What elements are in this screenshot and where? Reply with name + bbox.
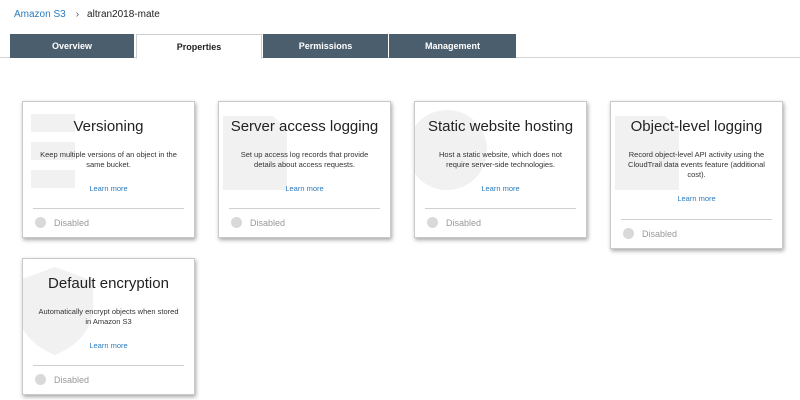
status-dot-icon (231, 217, 242, 228)
status-label: Disabled (642, 228, 678, 239)
status-dot-icon (623, 228, 634, 239)
card-description: Keep multiple versions of an object in t… (40, 150, 177, 169)
status-dot-icon (427, 217, 438, 228)
card-divider (229, 208, 380, 209)
breadcrumb-root-link[interactable]: Amazon S3 (14, 9, 66, 20)
tab-properties[interactable]: Properties (136, 34, 262, 59)
card-divider (425, 208, 576, 209)
status-indicator: Disabled (35, 217, 89, 228)
tab-management[interactable]: Management (389, 34, 516, 58)
status-label: Disabled (446, 217, 482, 228)
versioning-card[interactable]: Versioning Keep multiple versions of an … (22, 101, 195, 238)
chevron-right-icon: › (75, 8, 80, 20)
learn-more-link[interactable]: Learn more (23, 341, 194, 350)
learn-more-link[interactable]: Learn more (415, 184, 586, 193)
card-title: Static website hosting (427, 118, 574, 135)
status-indicator: Disabled (623, 228, 677, 239)
status-dot-icon (35, 374, 46, 385)
breadcrumb: Amazon S3 › altran2018-mate (14, 6, 160, 22)
learn-more-link[interactable]: Learn more (219, 184, 390, 193)
card-divider (621, 219, 772, 220)
tab-overview[interactable]: Overview (10, 34, 134, 58)
card-description: Record object-level API activity using t… (628, 150, 765, 179)
status-label: Disabled (54, 374, 90, 385)
card-title: Default encryption (48, 275, 169, 292)
status-indicator: Disabled (231, 217, 285, 228)
static-website-hosting-card[interactable]: Static website hosting Host a static web… (414, 101, 587, 238)
learn-more-link[interactable]: Learn more (611, 194, 782, 203)
default-encryption-card[interactable]: Default encryption Automatically encrypt… (22, 258, 195, 395)
tab-permissions[interactable]: Permissions (263, 34, 388, 58)
object-level-logging-card[interactable]: Object-level logging Record object-level… (610, 101, 783, 249)
status-dot-icon (35, 217, 46, 228)
card-divider (33, 208, 184, 209)
server-access-logging-card[interactable]: Server access logging Set up access log … (218, 101, 391, 238)
card-divider (33, 365, 184, 366)
card-title: Versioning (73, 118, 144, 135)
tab-bar: Overview Properties Permissions Manageme… (0, 34, 800, 59)
card-description: Set up access log records that provide d… (240, 150, 369, 169)
learn-more-link[interactable]: Learn more (23, 184, 194, 193)
status-indicator: Disabled (427, 217, 481, 228)
status-label: Disabled (250, 217, 286, 228)
status-label: Disabled (54, 217, 90, 228)
card-title: Server access logging (230, 118, 379, 135)
card-description: Host a static website, which does not re… (439, 150, 562, 169)
status-indicator: Disabled (35, 374, 89, 385)
breadcrumb-current-bucket: altran2018-mate (87, 8, 160, 20)
card-description: Automatically encrypt objects when store… (38, 307, 179, 326)
card-title: Object-level logging (630, 118, 763, 135)
